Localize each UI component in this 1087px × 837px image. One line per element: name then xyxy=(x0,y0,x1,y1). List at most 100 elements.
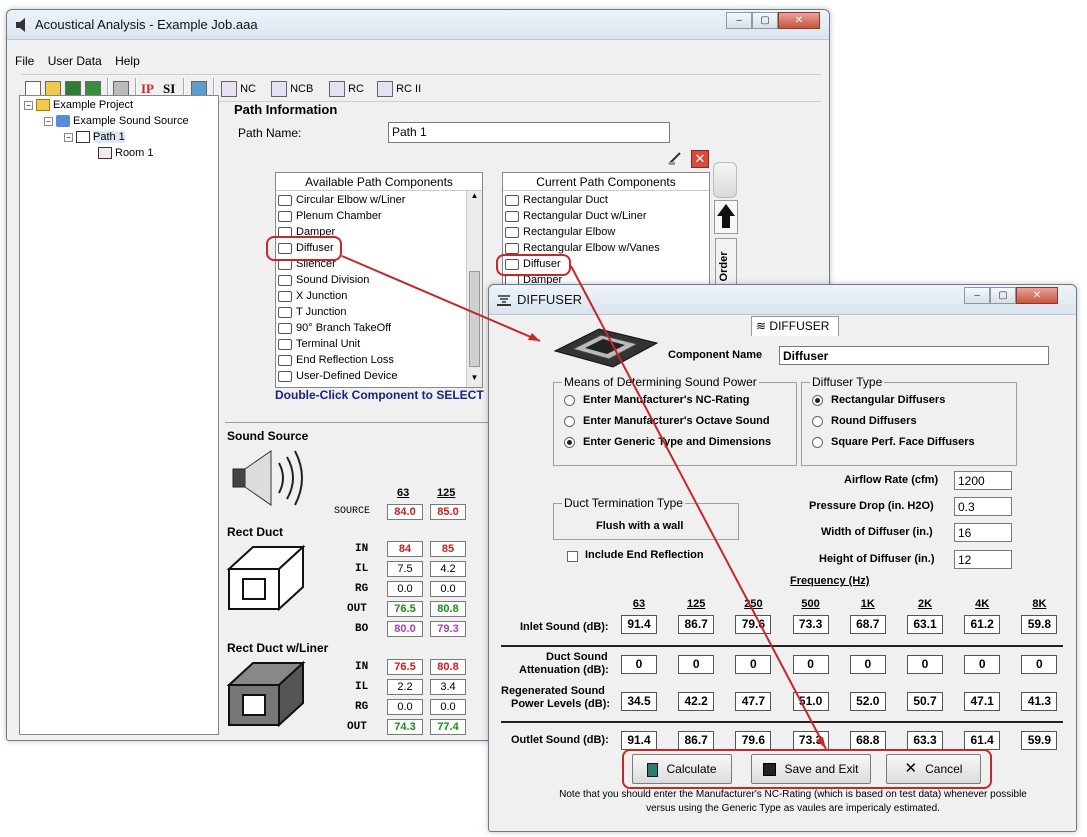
rc2-chart-button[interactable]: RC II xyxy=(377,79,421,99)
menu-file[interactable]: File xyxy=(15,54,34,68)
end-reflection-label: Include End Reflection xyxy=(585,549,704,561)
path-info-heading: Path Information xyxy=(234,102,338,117)
outlet-cell: 86.7 xyxy=(678,731,715,750)
radio-dot xyxy=(812,436,823,448)
dialog-minimize-button[interactable]: – xyxy=(964,287,990,304)
component-icon xyxy=(278,354,292,366)
current-item[interactable]: Rectangular Duct xyxy=(505,194,608,206)
project-tree[interactable]: − Example Project − Example Sound Source −… xyxy=(19,95,219,735)
freq-header-125: 125 xyxy=(437,487,456,499)
means-radio[interactable]: Enter Manufacturer's NC-Rating xyxy=(564,394,749,406)
atten-cell[interactable]: 0 xyxy=(964,655,1001,674)
menu-help[interactable]: Help xyxy=(115,54,140,68)
band-header: 500 xyxy=(801,598,820,610)
atten-cell[interactable]: 0 xyxy=(907,655,943,674)
height-input[interactable]: 12 xyxy=(954,550,1012,569)
close-button[interactable]: ✕ xyxy=(778,12,820,29)
available-item[interactable]: T Junction xyxy=(278,306,347,318)
diffuser-type-radio[interactable]: Round Diffusers xyxy=(812,415,917,427)
analysis-cell: 7.5 xyxy=(387,561,423,577)
path-name-input[interactable]: Path 1 xyxy=(388,122,670,143)
atten-cell[interactable]: 0 xyxy=(735,655,772,674)
main-title: Acoustical Analysis - Example Job.aaa xyxy=(35,17,258,32)
atten-cell[interactable]: 0 xyxy=(621,655,657,674)
outlet-cell: 79.6 xyxy=(735,731,772,750)
means-radio[interactable]: Enter Generic Type and Dimensions xyxy=(564,436,771,448)
move-up-button[interactable] xyxy=(714,200,738,234)
component-icon xyxy=(278,194,292,206)
means-radio[interactable]: Enter Manufacturer's Octave Sound xyxy=(564,415,770,427)
rc2-chart-icon xyxy=(377,81,393,98)
nc-chart-button[interactable]: NC xyxy=(221,79,256,99)
airflow-input[interactable]: 1200 xyxy=(954,471,1012,490)
pressure-input[interactable]: 0.3 xyxy=(954,497,1012,516)
diffuser-type-radio[interactable]: Square Perf. Face Diffusers xyxy=(812,436,975,448)
app-icon xyxy=(15,18,27,32)
ncb-chart-button[interactable]: NCB xyxy=(271,79,313,99)
sound-source-label: Sound Source xyxy=(227,429,309,443)
main-titlebar[interactable]: Acoustical Analysis - Example Job.aaa – … xyxy=(7,10,829,40)
edit-pencil-icon[interactable] xyxy=(667,150,683,166)
tree-item-room[interactable]: Room 1 xyxy=(98,147,154,160)
available-item[interactable]: 90° Branch TakeOff xyxy=(278,322,391,334)
rc-chart-button[interactable]: RC xyxy=(329,79,364,99)
end-reflection-checkbox[interactable] xyxy=(567,551,578,562)
width-input[interactable]: 16 xyxy=(954,523,1012,542)
atten-cell[interactable]: 0 xyxy=(1021,655,1058,674)
tree-item-project[interactable]: − Example Project xyxy=(24,99,134,112)
tree-label-project: Example Project xyxy=(53,99,134,111)
available-scrollbar[interactable]: ▲ ▼ xyxy=(466,191,482,387)
available-item[interactable]: Plenum Chamber xyxy=(278,210,382,222)
available-item-label: Terminal Unit xyxy=(296,338,361,350)
folder-icon xyxy=(36,99,50,112)
tree-item-source[interactable]: − Example Sound Source xyxy=(44,115,189,128)
radio-dot xyxy=(564,436,575,448)
diffuser-title-icon xyxy=(497,294,511,306)
current-item[interactable]: Rectangular Duct w/Liner xyxy=(505,210,647,222)
row-label: IN xyxy=(355,543,369,555)
atten-cell[interactable]: 0 xyxy=(792,655,829,674)
diffuser-type-option-label: Rectangular Diffusers xyxy=(831,394,946,406)
means-option-label: Enter Manufacturer's NC-Rating xyxy=(583,394,750,406)
dialog-tab[interactable]: ≋ DIFFUSER xyxy=(751,316,839,336)
duct-icon xyxy=(76,131,90,144)
atten-cell[interactable]: 0 xyxy=(849,655,886,674)
component-icon xyxy=(278,210,292,222)
width-label: Width of Diffuser (in.) xyxy=(821,526,933,538)
available-item[interactable]: End Reflection Loss xyxy=(278,354,394,366)
available-item[interactable]: X Junction xyxy=(278,290,347,302)
analysis-cell: 80.8 xyxy=(430,659,466,675)
dialog-maximize-button[interactable]: ▢ xyxy=(990,287,1016,304)
rc-label: RC xyxy=(348,83,364,95)
dialog-titlebar[interactable]: DIFFUSER – ▢ ✕ xyxy=(489,285,1076,315)
maximize-button[interactable]: ▢ xyxy=(752,12,778,29)
menu-user-data[interactable]: User Data xyxy=(48,54,102,68)
current-header: Current Path Components xyxy=(503,173,709,191)
radio-dot xyxy=(812,394,823,406)
inlet-cell: 63.1 xyxy=(907,615,943,634)
tree-item-path[interactable]: − Path 1 xyxy=(64,131,125,144)
ncb-label: NCB xyxy=(290,83,314,95)
available-item[interactable]: Terminal Unit xyxy=(278,338,360,350)
dialog-close-button[interactable]: ✕ xyxy=(1016,287,1058,304)
inlet-cell: 86.7 xyxy=(678,615,715,634)
analysis-cell: 0.0 xyxy=(430,699,466,715)
minimize-button[interactable]: – xyxy=(726,12,752,29)
current-item-label: Rectangular Duct xyxy=(523,194,608,206)
outlet-cell: 68.8 xyxy=(849,731,886,750)
available-item[interactable]: User-Defined Device xyxy=(278,370,397,382)
current-item[interactable]: Rectangular Elbow xyxy=(505,226,615,238)
available-item[interactable]: Circular Elbow w/Liner xyxy=(278,194,405,206)
radio-dot xyxy=(564,415,575,427)
ncb-chart-icon xyxy=(271,81,287,98)
component-name-input[interactable]: Diffuser xyxy=(779,346,1049,365)
delete-icon[interactable]: ✕ xyxy=(691,150,709,168)
diffuser-type-radio[interactable]: Rectangular Diffusers xyxy=(812,394,945,406)
current-item-label: Rectangular Duct w/Liner xyxy=(523,210,647,222)
analysis-cell: 84 xyxy=(387,541,423,557)
current-item[interactable]: Rectangular Elbow w/Vanes xyxy=(505,242,660,254)
available-item[interactable]: Sound Division xyxy=(278,274,369,286)
atten-cell[interactable]: 0 xyxy=(678,655,715,674)
available-components-list[interactable]: Available Path Components Circular Elbow… xyxy=(275,172,483,388)
nc-label: NC xyxy=(240,83,256,95)
